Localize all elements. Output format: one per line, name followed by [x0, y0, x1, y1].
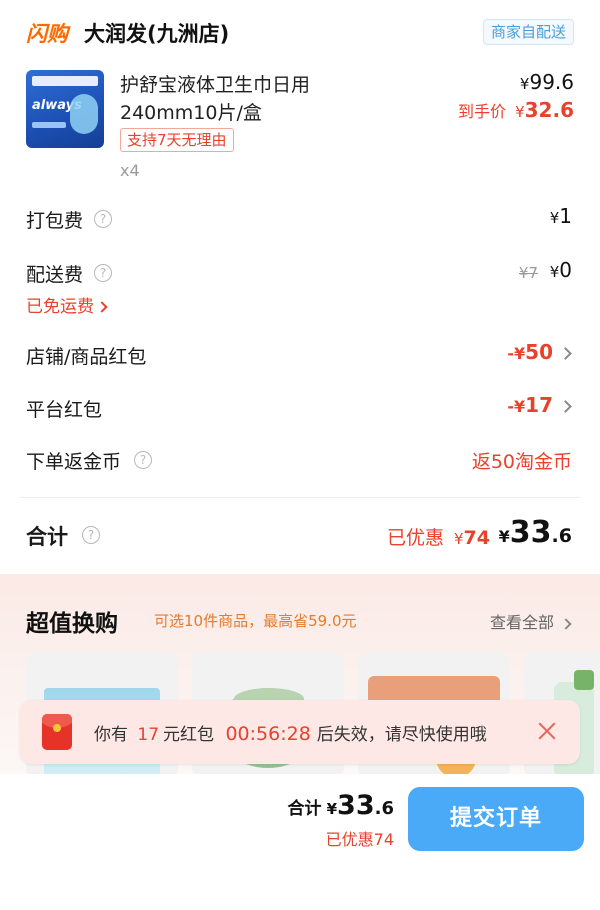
total-row: 合计 ? 已优惠 ¥74 ¥33.6 [0, 515, 600, 555]
toast-message: 你有 17 元红包 00:56:28 后失效，请尽快使用哦 [94, 720, 487, 745]
submit-order-button[interactable]: 提交订单 [408, 787, 584, 851]
total-decimal: .6 [551, 525, 572, 547]
store-coupon-amount: 50 [525, 340, 553, 364]
total-discount-amount: 74 [463, 527, 490, 549]
delivery-fee-row: 配送费 ? ¥7 ¥0 已免运费 [0, 258, 600, 322]
toast-amount: 17 [137, 725, 160, 745]
bottom-total-decimal: .6 [374, 798, 394, 819]
packing-fee-currency: ¥ [549, 209, 560, 227]
total-label: 合计 [26, 525, 68, 549]
final-price-value: 32.6 [524, 98, 574, 122]
store-coupon-value: -¥50 [507, 340, 572, 364]
chevron-right-icon [559, 400, 572, 413]
free-shipping-link[interactable]: 已免运费 [26, 292, 108, 317]
delivery-badge: 商家自配送 [482, 19, 574, 45]
total-currency: ¥ [498, 527, 510, 546]
help-icon[interactable]: ? [94, 264, 112, 282]
product-name-line1: 护舒宝液体卫生巾日用 [120, 74, 311, 96]
chevron-right-icon [559, 347, 572, 360]
toast-text-post: 后失效，请尽快使用哦 [316, 725, 487, 745]
view-all-link[interactable]: 查看全部 [489, 609, 572, 633]
product-name-line2: 240mm10片/盒 [120, 102, 262, 124]
product-price: ¥99.6 [520, 70, 574, 94]
free-shipping-text: 已免运费 [26, 297, 94, 317]
platform-coupon-value: -¥17 [507, 393, 572, 417]
bottom-total-label: 合计 [287, 799, 322, 819]
delivery-fee-value: ¥0 [550, 258, 572, 282]
chevron-right-icon [560, 617, 572, 630]
final-price-label: 到手价 [457, 102, 506, 121]
toast-countdown: 00:56:28 [225, 723, 311, 745]
delivery-fee-amount: 0 [559, 258, 572, 282]
bottom-discount-label: 已优惠 [325, 830, 374, 849]
store-header: 闪购 大润发(九洲店) 商家自配送 [0, 16, 600, 50]
return-policy-tag: 支持7天无理由 [120, 128, 234, 152]
coins-value: 返50淘金币 [471, 451, 572, 473]
platform-coupon-prefix: -¥ [507, 397, 526, 416]
total-discount: 已优惠 ¥74 [387, 523, 490, 550]
divider [20, 497, 580, 498]
total-discount-currency: ¥ [454, 530, 464, 548]
packing-fee-value: ¥1 [550, 204, 572, 228]
store-coupon-row[interactable]: 店铺/商品红包 -¥50 [0, 340, 600, 370]
delivery-fee-label: 配送费 [26, 264, 84, 286]
store-name[interactable]: 大润发(九洲店) [84, 18, 229, 48]
store-coupon-prefix: -¥ [507, 344, 526, 363]
packing-fee-label: 打包费 [26, 210, 84, 232]
final-price: 到手价 ¥32.6 [458, 98, 574, 122]
bottom-total-currency: ¥ [326, 800, 338, 818]
coins-label: 下单返金币 [26, 451, 122, 473]
product-quantity: x4 [120, 161, 140, 180]
total-discount-label: 已优惠 [386, 527, 444, 549]
flash-buy-tag: 闪购 [26, 22, 68, 46]
close-icon[interactable] [538, 722, 556, 740]
upsell-subtitle: 可选10件商品，最高省59.0元 [154, 612, 357, 630]
platform-coupon-row[interactable]: 平台红包 -¥17 [0, 393, 600, 423]
bottom-discount-amount: 74 [373, 830, 394, 849]
coins-row: 下单返金币 ? 返50淘金币 [0, 445, 600, 475]
upsell-header: 超值换购 可选10件商品，最高省59.0元 查看全部 [0, 602, 600, 638]
bottom-total-integer: 33 [337, 790, 375, 821]
help-icon[interactable]: ? [134, 451, 152, 469]
delivery-fee-currency: ¥ [549, 263, 560, 281]
store-coupon-label: 店铺/商品红包 [26, 346, 147, 368]
bottom-total: 合计 ¥33.6 [288, 790, 394, 821]
red-packet-icon [42, 714, 72, 750]
toast-text-pre: 你有 [94, 725, 128, 745]
product-image[interactable]: always [26, 70, 104, 148]
packing-fee-amount: 1 [559, 204, 572, 228]
toast-text-mid: 元红包 [163, 725, 215, 745]
product-row[interactable]: always 护舒宝液体卫生巾日用 240mm10片/盒 支持7天无理由 x4 … [0, 68, 600, 188]
final-price-currency: ¥ [515, 103, 525, 121]
red-packet-toast[interactable]: 你有 17 元红包 00:56:28 后失效，请尽快使用哦 [20, 700, 580, 764]
upsell-title: 超值换购 [26, 611, 118, 637]
total-amount: ¥33.6 [499, 515, 572, 550]
price-value: 99.6 [529, 70, 574, 94]
help-icon[interactable]: ? [82, 526, 100, 544]
packing-fee-row: 打包费 ? ¥1 [0, 204, 600, 234]
chevron-right-icon [96, 301, 108, 313]
view-all-text: 查看全部 [489, 613, 554, 632]
total-integer: 33 [509, 515, 552, 550]
help-icon[interactable]: ? [94, 210, 112, 228]
delivery-original-amount: 7 [528, 264, 538, 282]
bottom-discount: 已优惠74 [326, 826, 394, 850]
platform-coupon-amount: 17 [525, 393, 553, 417]
delivery-fee-original: ¥7 [519, 264, 538, 282]
platform-coupon-label: 平台红包 [26, 399, 103, 421]
